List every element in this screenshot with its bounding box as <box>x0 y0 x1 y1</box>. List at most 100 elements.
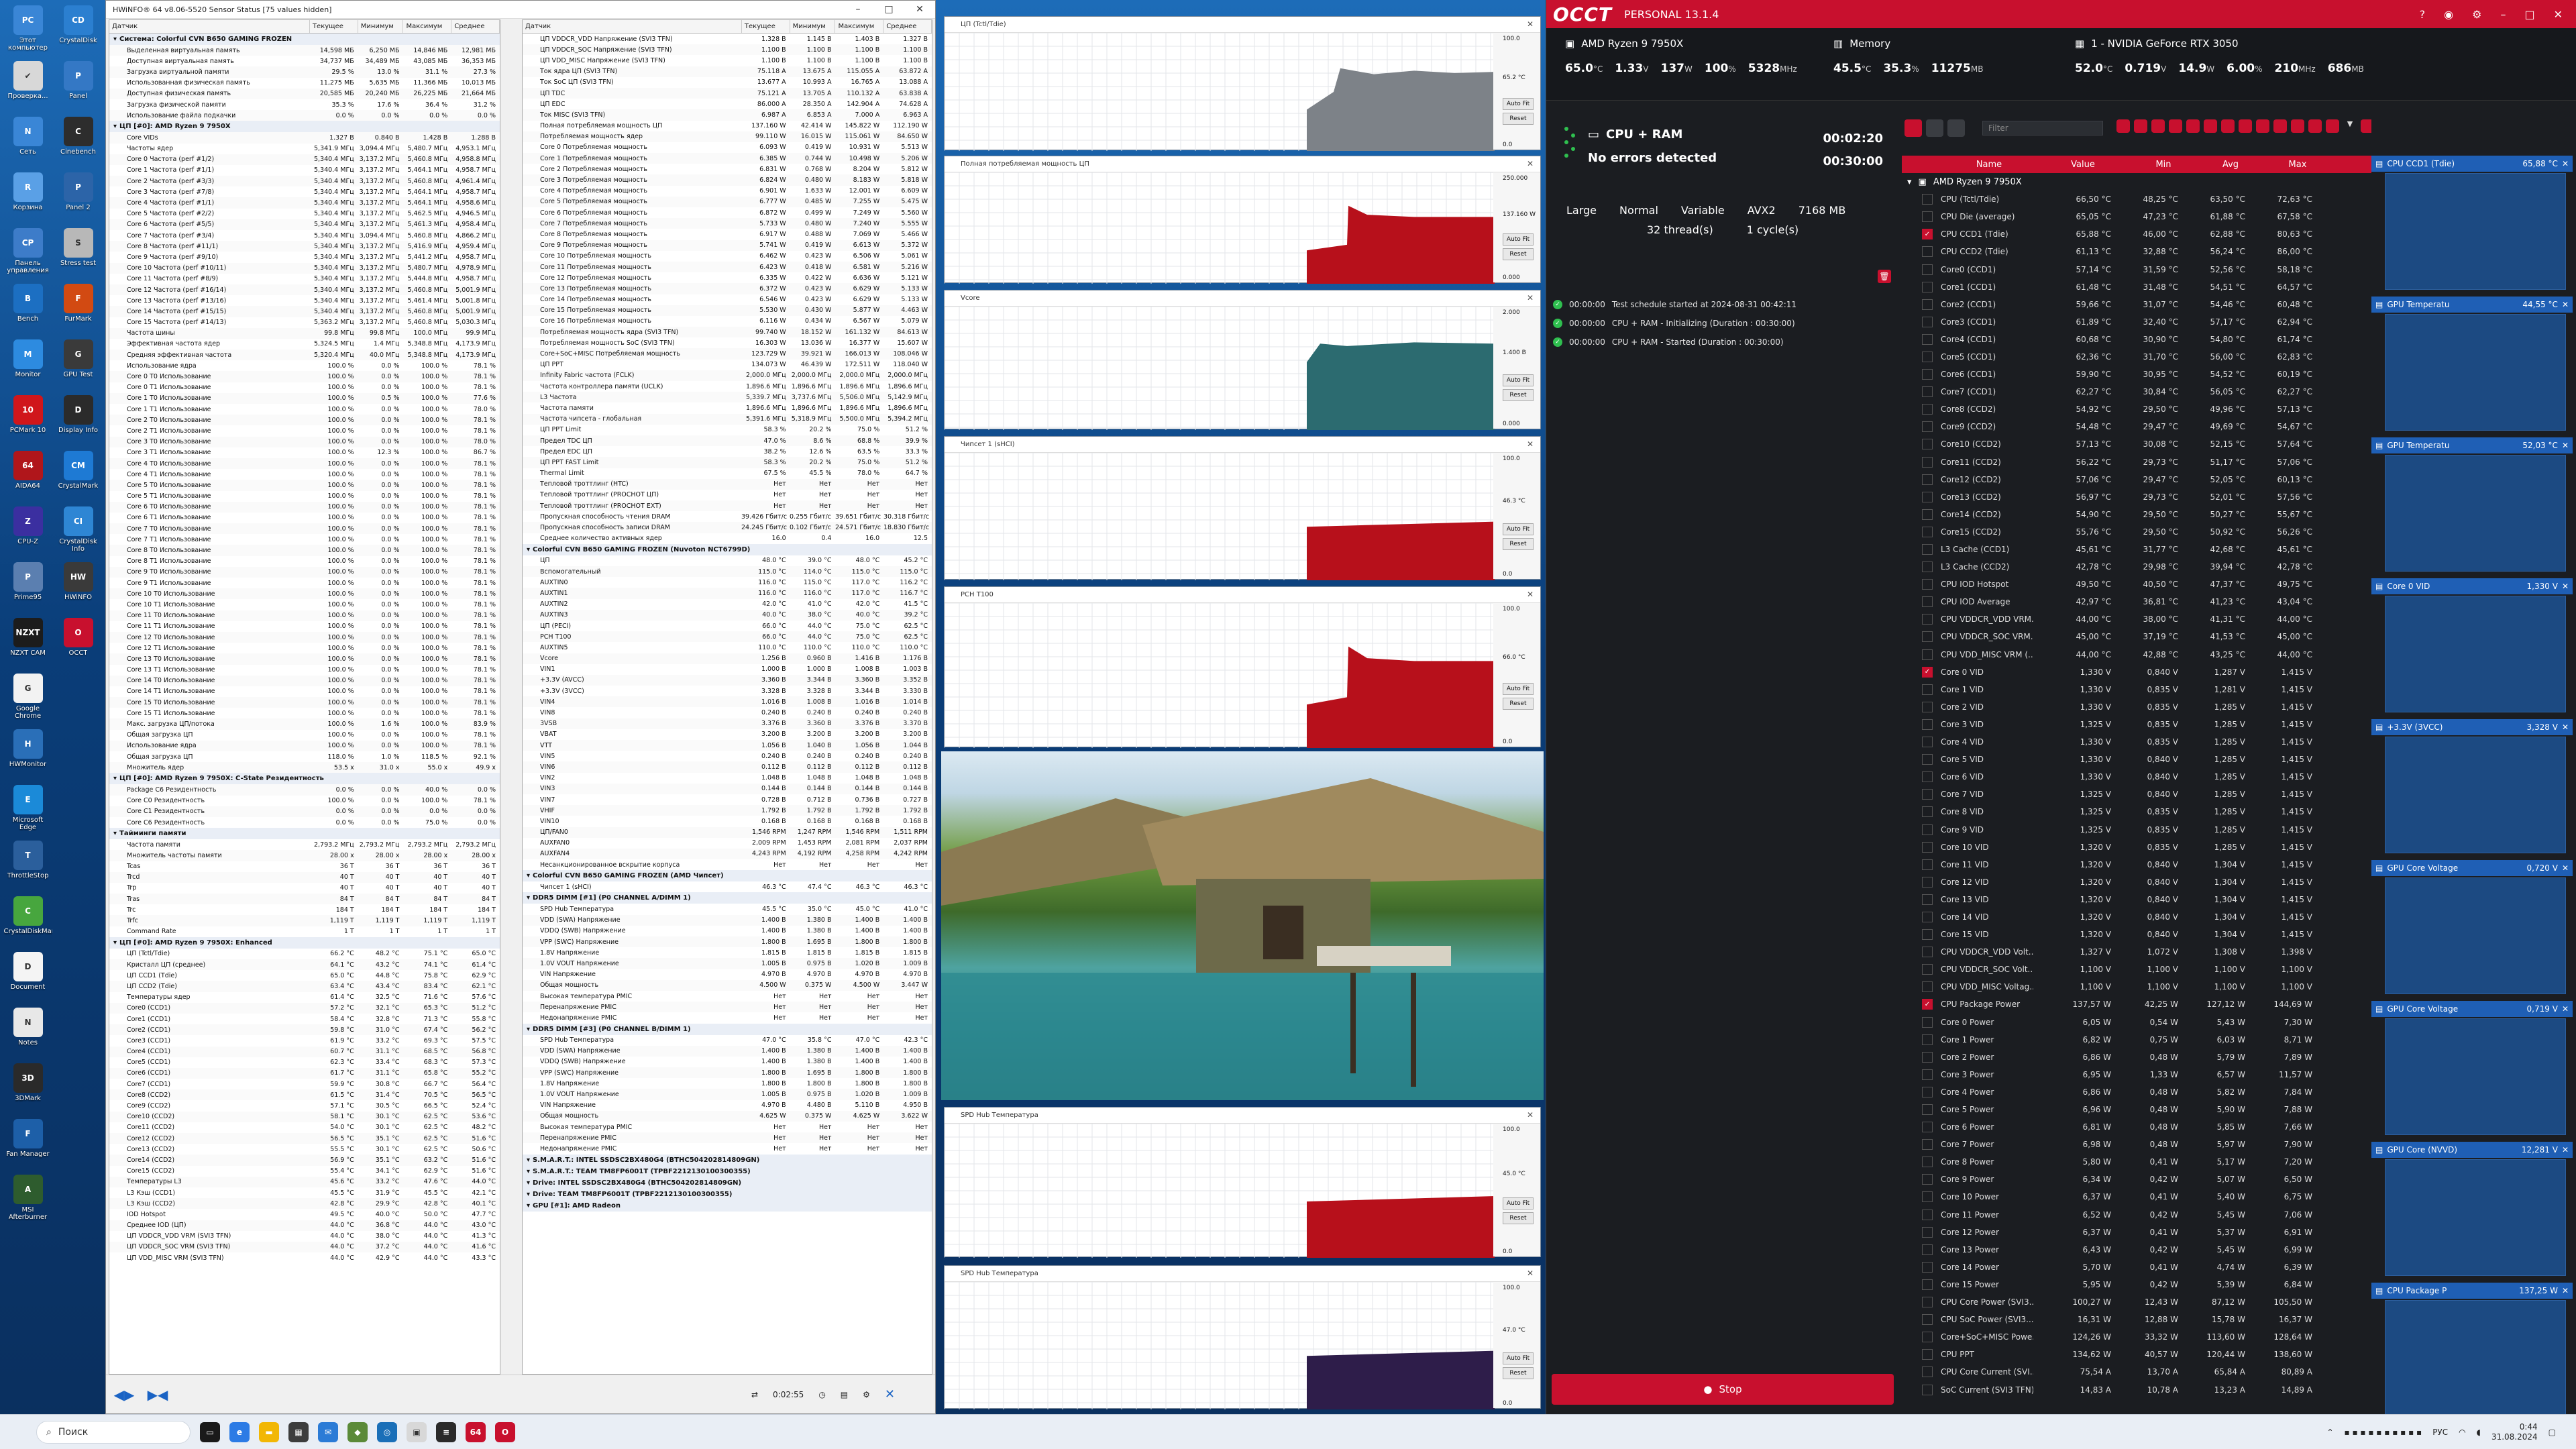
sensor-section[interactable]: ▾ DDR5 DIMM [#1] (P0 CHANNEL A/DIMM 1) <box>523 892 932 904</box>
sensor-row[interactable]: Core 0 Частота (perf #1/2) 5,340.4 МГц 3,1… <box>109 154 500 165</box>
sensor-row[interactable]: +3.3V (AVCC) 3.360 В 3.344 В 3.360 В 3.352 В <box>523 674 932 686</box>
sensor-row[interactable]: Core 11 T1 Использование 100.0 % 0.0 % 100.… <box>109 621 500 632</box>
sensor-row[interactable]: Core5 (CCD1) 62,36 °C 31,70 °C 56,00 °C 62,8… <box>1902 348 2371 366</box>
sensor-row[interactable]: Core 8 Частота (perf #11/1) 5,340.4 МГц 3,… <box>109 241 500 252</box>
graph-checkbox[interactable] <box>1922 596 1933 608</box>
sensor-row[interactable]: Core 11 VID 1,320 V 0,840 V 1,304 V 1,415 V <box>1902 856 2371 873</box>
graph-titlebar[interactable]: SPD Hub Температура ✕ <box>945 1108 1540 1124</box>
sensor-row[interactable]: Core2 (CCD1) 59.8 °C 31.0 °C 67.4 °C 56.2 °C <box>109 1024 500 1036</box>
desktop-icon[interactable]: T ThrottleStop <box>3 838 53 894</box>
sensor-row[interactable]: L3 Cache (CCD1) 45,61 °C 31,77 °C 42,68 °C 4… <box>1902 541 2371 558</box>
close-icon[interactable]: ✕ <box>2562 159 2573 168</box>
sensor-row[interactable]: Core 3 Частота (perf #7/8) 5,340.4 МГц 3,1… <box>109 186 500 197</box>
sensor-row[interactable]: CPU VDD_MISC Voltag... 1,100 V 1,100 V 1,10… <box>1902 978 2371 996</box>
sensor-row[interactable]: 1.8V Напряжение 1.800 В 1.800 В 1.800 В 1.80… <box>523 1078 932 1089</box>
collapse-icon[interactable]: ▾ <box>527 872 530 879</box>
sensor-row[interactable]: Core3 (CCD1) 61.9 °C 33.2 °C 69.3 °C 57.5 °C <box>109 1035 500 1046</box>
report-icon[interactable]: ▤ <box>841 1390 848 1399</box>
sensor-row[interactable]: Пропускная способность записи DRAM 24.245… <box>523 522 932 533</box>
graph-checkbox[interactable] <box>1922 684 1933 695</box>
help-icon[interactable] <box>2326 119 2339 133</box>
desktop-icon[interactable]: N Сеть <box>3 114 53 170</box>
graph-checkbox[interactable] <box>1922 1314 1933 1326</box>
desktop-icon[interactable]: H HWMonitor <box>3 727 53 782</box>
sensor-row[interactable]: Core 6 Power 6,81 W 0,48 W 5,85 W 7,66 W <box>1902 1118 2371 1136</box>
desktop-icon[interactable]: C Cinebench <box>53 114 103 170</box>
sensor-row[interactable]: Core12 (CCD2) 57,06 °C 29,47 °C 52,05 °C 60,… <box>1902 471 2371 488</box>
mail-icon[interactable]: ✉ <box>318 1421 338 1442</box>
graph-checkbox[interactable] <box>1922 404 1933 415</box>
sensor-row[interactable]: CPU Core Current (SVI... 75,54 A 13,70 A 65… <box>1902 1363 2371 1381</box>
sensor-row[interactable]: Недонапряжение PMIC Нет Нет Нет Нет <box>523 1143 932 1154</box>
sensor-section[interactable]: ▾ ЦП [#0]: AMD Ryzen 9 7950X: C-State Ре… <box>109 773 500 785</box>
sensor-row[interactable]: ЦП VDDCR_SOC VRM (SVI3 TFN) 44.0 °C 37.2 °… <box>109 1241 500 1253</box>
sensor-row[interactable]: Использованная физическая память 11,275 М… <box>109 78 500 89</box>
graph-checkbox[interactable] <box>1922 1332 1933 1343</box>
desktop-icon[interactable]: Z CPU-Z <box>3 504 53 559</box>
graph-checkbox[interactable] <box>1922 316 1933 327</box>
tray-app-icons[interactable]: ▪ ▪ ▪ ▪ ▪ ▪ ▪ ▪ ▪ ▪ <box>2345 1428 2422 1437</box>
app-icon-1[interactable]: ◆ <box>347 1421 368 1442</box>
sensor-row[interactable]: Core13 (CCD2) 55.5 °C 30.1 °C 62.5 °C 50.6 °… <box>109 1144 500 1155</box>
sensor-row[interactable]: Core 15 T0 Использование 100.0 % 0.0 % 100.… <box>109 697 500 708</box>
sensor-row[interactable]: Core12 (CCD2) 56.5 °C 35.1 °C 62.5 °C 51.6 °… <box>109 1133 500 1144</box>
sensor-row[interactable]: VDDQ (SWB) Напряжение 1.400 В 1.380 В 1.400… <box>523 1057 932 1067</box>
sensor-row[interactable]: Потребляемая мощность ядра (SVI3 TFN) 99.… <box>523 327 932 338</box>
sensor-row[interactable]: Выделенная виртуальная память 14,598 МБ 6,… <box>109 45 500 56</box>
sensor-row[interactable]: CPU IOD Average 42,97 °C 36,81 °C 41,23 °C 4… <box>1902 593 2371 610</box>
sensor-row[interactable]: Высокая температура PMIC Нет Нет Нет Нет <box>523 1122 932 1132</box>
sensor-graph-window[interactable]: ЦП (Tctl/Tdie) ✕ 100.0 65.2 °C 0.0 Auto Fit Re… <box>944 16 1541 151</box>
sensor-row[interactable]: Core 9 Потребляемая мощность 5.741 W 0.419… <box>523 239 932 251</box>
column-header-cell[interactable]: Текущее <box>742 20 790 33</box>
sensor-row[interactable]: Thermal Limit 67.5 % 45.5 % 78.0 % 64.7 % <box>523 468 932 479</box>
sensor-row[interactable]: ЦП VDDCR_SOC Напряжение (SVI3 TFN) 1.100 … <box>523 44 932 56</box>
voltage-icon[interactable] <box>2239 119 2252 133</box>
reset-button[interactable]: Reset <box>1503 248 1534 261</box>
close-icon[interactable]: ✕ <box>1527 1269 1534 1278</box>
desktop-icon[interactable]: PC Этот компьютер <box>3 3 53 58</box>
graph-titlebar[interactable]: Vcore ✕ <box>945 290 1540 307</box>
maximize-icon[interactable]: □ <box>873 4 904 15</box>
column-header-cell[interactable]: Avg <box>2197 160 2264 170</box>
sensor-row[interactable]: Core 4 VID 1,330 V 0,835 V 1,285 V 1,415 V <box>1902 733 2371 751</box>
sensor-row[interactable]: Core C0 Резидентность 100.0 % 0.0 % 100.0 %… <box>109 796 500 806</box>
graph-checkbox[interactable] <box>1922 981 1933 993</box>
sensor-row[interactable]: Core C1 Резидентность 0.0 % 0.0 % 0.0 % 0.0 … <box>109 806 500 817</box>
sensor-row[interactable]: Command Rate 1 T1 T1 T1 T <box>109 926 500 937</box>
sensor-row[interactable]: Core10 (CCD2) 58.1 °C 30.1 °C 62.5 °C 53.6 °… <box>109 1111 500 1122</box>
close-icon[interactable]: ✕ <box>1527 159 1534 168</box>
sensor-row[interactable]: Package C6 Резидентность 0.0 % 0.0 % 40.0 %… <box>109 784 500 796</box>
sensor-graph-window[interactable]: Полная потребляемая мощность ЦП ✕ 250.000 1… <box>944 156 1541 284</box>
sensor-row[interactable]: Core 6 VID 1,330 V 0,840 V 1,285 V 1,415 V <box>1902 768 2371 786</box>
sensor-row[interactable]: VIN Напряжение 4.970 В 4.480 В 5.110 В 4.950… <box>523 1100 932 1111</box>
sensor-row[interactable]: Core 0 T1 Использование 100.0 % 0.0 % 100.0… <box>109 382 500 393</box>
sensor-row[interactable]: AUXFAN0 2,009 RPM 1,453 RPM 2,081 RPM 2,037 … <box>523 838 932 849</box>
close-icon[interactable]: ✕ <box>2562 582 2573 591</box>
nav-back-icon[interactable]: ◀▶ <box>113 1383 136 1406</box>
sensor-section[interactable]: ▾ DDR5 DIMM [#3] (P0 CHANNEL B/DIMM 1) <box>523 1023 932 1035</box>
sensor-row[interactable]: Core7 (CCD1) 62,27 °C 30,84 °C 56,05 °C 62,2… <box>1902 383 2371 400</box>
sensor-row[interactable]: ЦП TDC 75.121 A 13.705 A 110.132 A 63.838 A <box>523 87 932 99</box>
desktop-icon[interactable]: 3D 3DMark <box>3 1061 53 1116</box>
sensor-row[interactable]: Core 13 Частота (perf #13/16) 5,340.4 МГц… <box>109 295 500 306</box>
sensor-graph-window[interactable]: Чипсет 1 (sHCI) ✕ 100.0 46.3 °C 0.0 Auto Fit R… <box>944 436 1541 580</box>
desktop-icon[interactable]: HW HWiNFO <box>53 559 103 615</box>
close-icon[interactable]: ✕ <box>2562 441 2573 450</box>
sensor-row[interactable]: Core15 (CCD2) 55.4 °C 34.1 °C 62.9 °C 51.6 °… <box>109 1166 500 1177</box>
close-icon[interactable]: ✕ <box>2562 1286 2573 1295</box>
sensor-graph-window[interactable]: SPD Hub Температура ✕ 100.0 45.0 °C 0.0 Auto … <box>944 1107 1541 1258</box>
sensor-row[interactable]: Core 11 Частота (perf #8/9) 5,340.4 МГц 3,… <box>109 274 500 284</box>
sensor-row[interactable]: Использование ядра 100.0 % 0.0 % 100.0 % 78.… <box>109 360 500 371</box>
clock[interactable]: 0:44 31.08.2024 <box>2491 1422 2538 1442</box>
sensor-row[interactable]: Core14 (CCD2) 56.9 °C 35.1 °C 63.2 °C 51.6 °… <box>109 1155 500 1166</box>
sensor-row[interactable]: Core 14 Power 5,70 W 0,41 W 4,74 W 6,39 W <box>1902 1258 2371 1276</box>
occt-titlebar[interactable]: OCCT PERSONAL 13.1.4 ? ◉ ⚙ – □ ✕ <box>1546 0 2576 28</box>
sensor-row[interactable]: VPP (SWC) Напряжение 1.800 В 1.695 В 1.800 … <box>523 936 932 948</box>
sensor-row[interactable]: Core 6 T0 Использование 100.0 % 0.0 % 100.0… <box>109 501 500 513</box>
sensor-row[interactable]: Core C6 Резидентность 0.0 % 0.0 % 75.0 % 0.0… <box>109 817 500 828</box>
clear-log-icon[interactable]: 🗑 <box>1878 270 1891 283</box>
sensor-row[interactable]: AUXFAN4 4,243 RPM 4,192 RPM 4,258 RPM 4,242 … <box>523 848 932 860</box>
sensor-row[interactable]: Core1 (CCD1) 58.4 °C 32.8 °C 71.3 °C 55.8 °C <box>109 1014 500 1024</box>
sensor-row[interactable]: Core 10 Power 6,37 W 0,41 W 5,40 W 6,75 W <box>1902 1188 2371 1205</box>
collapse-icon[interactable]: ▾ <box>113 775 117 782</box>
